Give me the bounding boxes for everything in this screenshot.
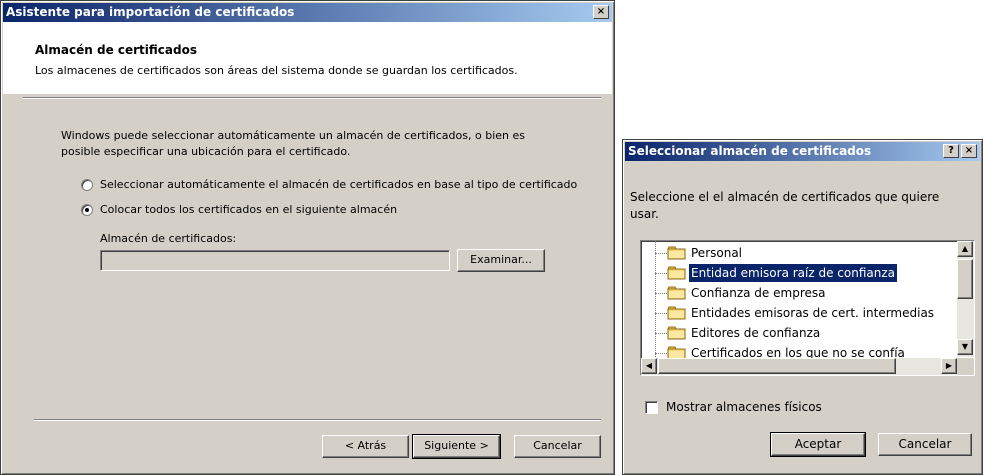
radio-manual-store-label[interactable]: Colocar todos los certificados en el sig… [100,203,397,216]
dialog-prompt-line2: usar. [630,207,659,221]
radio-auto-select-label[interactable]: Seleccionar automáticamente el almacén d… [100,178,577,191]
back-button[interactable]: < Atrás [322,435,409,458]
tree-item-label: Entidades emisoras de cert. intermedias [691,306,935,320]
close-icon[interactable]: × [593,5,609,19]
page-title: Almacén de certificados [35,43,197,57]
scroll-left-icon[interactable]: ◀ [641,358,657,374]
tree-item-label: Entidad emisora raíz de confianza [689,264,897,282]
tree-item[interactable]: Entidad emisora raíz de confianza [651,263,961,283]
store-field-label: Almacén de certificados: [100,232,237,245]
page-description: Los almacenes de certificados son áreas … [35,64,518,77]
footer-divider [34,419,601,421]
tree-item[interactable]: Confianza de empresa [651,283,961,303]
header-divider [23,97,601,99]
dialog-titlebar[interactable]: Seleccionar almacén de certificados ? × [625,142,980,161]
tree-item-label: Confianza de empresa [691,286,826,300]
dialog-title: Seleccionar almacén de certificados [628,144,872,158]
ok-button[interactable]: Aceptar [770,432,866,457]
tree-connector [655,313,667,314]
tree-item-label: Personal [691,246,743,260]
select-store-dialog: Seleccionar almacén de certificados ? × … [622,139,983,475]
tree-item[interactable]: Entidades emisoras de cert. intermedias [651,303,961,323]
dialog-prompt-line1: Seleccione el el almacén de certificados… [630,190,940,204]
folder-icon [667,266,687,280]
store-tree[interactable]: Personal Entidad emisora raíz de confianz… [640,240,975,376]
folder-icon [667,246,687,260]
show-physical-checkbox[interactable] [645,401,658,414]
radio-auto-select[interactable] [81,179,93,191]
tree-connector [655,253,667,254]
wizard-title: Asistente para importación de certificad… [6,5,295,19]
horizontal-scrollbar[interactable]: ◀ ▶ [641,358,957,375]
tree-item-label: Editores de confianza [691,326,821,340]
next-button[interactable]: Siguiente > [412,434,501,459]
folder-icon [667,306,687,320]
scroll-right-icon[interactable]: ▶ [941,358,957,374]
cancel-button[interactable]: Cancelar [514,435,601,458]
intro-text-line1: Windows puede seleccionar automáticament… [61,129,525,142]
tree-connector [655,273,667,274]
tree-item[interactable]: Personal [651,243,961,263]
scroll-down-icon[interactable]: ▼ [957,339,973,355]
close-icon[interactable]: × [961,144,977,158]
scroll-thumb[interactable] [957,259,973,299]
wizard-titlebar[interactable]: Asistente para importación de certificad… [3,3,612,22]
store-field[interactable] [100,250,450,271]
scroll-up-icon[interactable]: ▲ [957,241,973,257]
vertical-scrollbar[interactable]: ▲ ▼ [957,241,974,357]
dialog-cancel-button[interactable]: Cancelar [878,433,972,456]
tree-connector [655,333,667,334]
folder-icon [667,286,687,300]
help-icon[interactable]: ? [943,144,959,158]
scrollbar-corner [957,358,974,375]
import-wizard-window: Asistente para importación de certificad… [0,0,615,475]
tree-connector [655,293,667,294]
show-physical-label[interactable]: Mostrar almacenes físicos [666,400,822,414]
wizard-header: Almacén de certificados Los almacenes de… [3,22,612,94]
scroll-hthumb[interactable] [658,358,896,374]
tree-connector [655,353,667,354]
radio-manual-store[interactable] [81,204,93,216]
intro-text-line2: posible especificar una ubicación para e… [61,145,351,158]
tree-item[interactable]: Editores de confianza [651,323,961,343]
folder-icon [667,326,687,340]
browse-button[interactable]: Examinar... [457,249,545,272]
